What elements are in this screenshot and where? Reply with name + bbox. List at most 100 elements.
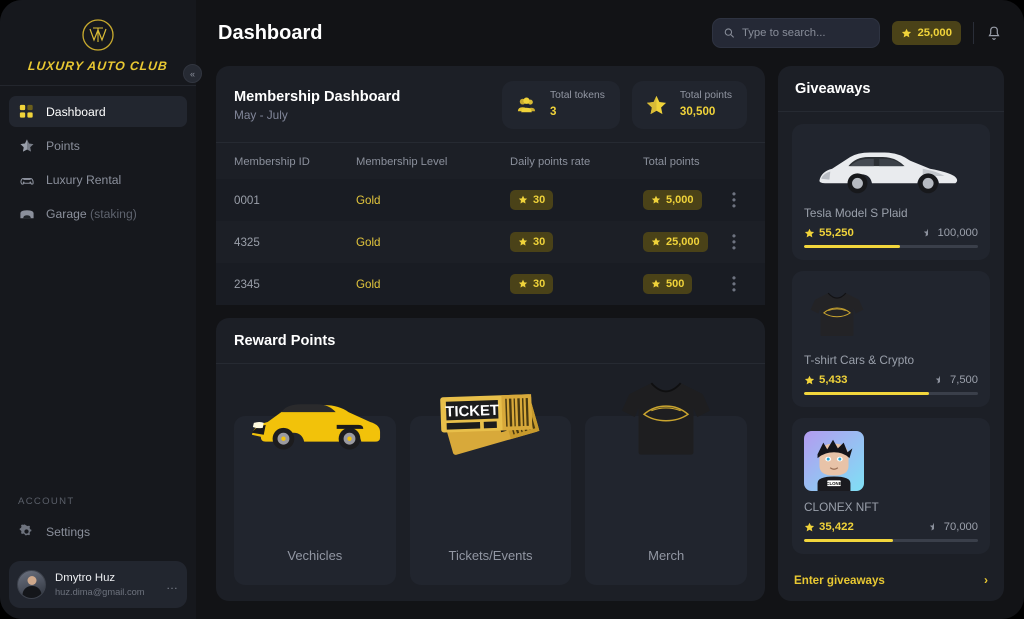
cell-membership-level: Gold (356, 277, 381, 291)
progress-fill (804, 539, 893, 542)
total-points-chip: 5,000 (643, 190, 702, 210)
monogram-logo-icon (82, 19, 114, 51)
daily-rate-chip: 30 (510, 274, 554, 294)
table-row[interactable]: 2345 Gold 30 500 • • • (216, 263, 765, 305)
membership-subtitle: May - July (234, 107, 288, 122)
grid-icon (18, 103, 35, 120)
reward-card-vehicles[interactable]: Vechicles (234, 404, 396, 585)
progress-fill (804, 245, 900, 248)
sidebar-item-label: Dashboard (46, 104, 106, 119)
gear-icon (18, 523, 35, 540)
app-window: LUXURY AUTO CLUB « Dashboard Points Luxu… (0, 0, 1024, 619)
account-heading: ACCOUNT (18, 496, 75, 507)
star-icon (651, 279, 661, 288)
search-input[interactable] (741, 27, 869, 39)
cell-membership-id: 0001 (234, 193, 260, 207)
sidebar-item-garage[interactable]: Garage (staking) (9, 198, 187, 229)
table-header: Membership ID Membership Level Daily poi… (216, 143, 765, 179)
reward-card-merch[interactable]: Merch (585, 382, 748, 585)
clonex-nft-image-icon: CLONE (804, 429, 978, 493)
tshirt-image-icon (597, 368, 735, 468)
giveaway-target: 70,000 (929, 521, 978, 533)
giveaway-meta: 35,422 70,000 (804, 521, 978, 533)
bell-icon[interactable] (986, 25, 1002, 42)
stat-label: Total points (679, 90, 732, 102)
main-area: Dashboard 25,000 (196, 0, 1024, 619)
star-icon (518, 237, 528, 246)
column-header: Membership Level (356, 156, 448, 168)
sidebar-collapse-button[interactable]: « (183, 64, 202, 83)
stat-total-tokens: Total tokens 3 (501, 81, 620, 129)
giveaways-panel: Giveaways Tesla Model S Plaid 55,250 100… (778, 66, 1004, 601)
sidebar-item-luxury-rental[interactable]: Luxury Rental (9, 164, 187, 195)
giveaway-meta: 55,250 100,000 (804, 227, 978, 239)
column-header: Daily points rate (510, 156, 591, 168)
star-icon (518, 195, 528, 204)
giveaway-card-tesla[interactable]: Tesla Model S Plaid 55,250 100,000 (792, 124, 990, 260)
tesla-image-icon (804, 135, 978, 199)
svg-text:CLONE: CLONE (826, 481, 841, 486)
giveaways-title: Giveaways (795, 81, 871, 97)
page-title: Dashboard (218, 21, 323, 44)
giveaway-card-tshirt[interactable]: T-shirt Cars & Crypto 5,433 7,500 (792, 271, 990, 407)
points-badge[interactable]: 25,000 (892, 21, 961, 45)
user-email: huz.dima@gmail.com (55, 586, 145, 597)
cell-membership-id: 4325 (234, 235, 260, 249)
stats-group: Total tokens 3 Total points 30,500 (501, 81, 747, 129)
left-column: Membership Dashboard May - July Total to… (216, 66, 765, 601)
sidebar-item-label: Settings (46, 524, 91, 539)
star-icon (651, 195, 661, 204)
brand-name: LUXURY AUTO CLUB (27, 59, 169, 73)
daily-rate-chip: 30 (510, 232, 554, 252)
sidebar-item-label: Garage (46, 206, 87, 221)
car-icon (18, 171, 35, 188)
cell-membership-id: 2345 (234, 277, 260, 291)
giveaway-name: Tesla Model S Plaid (804, 206, 908, 220)
sidebar-item-settings[interactable]: Settings (9, 516, 187, 547)
sidebar-item-dashboard[interactable]: Dashboard (9, 96, 187, 127)
progress-bar (804, 539, 978, 542)
content: Membership Dashboard May - July Total to… (196, 66, 1024, 619)
giveaway-current: 5,433 (804, 374, 848, 386)
search-box[interactable] (712, 18, 881, 48)
giveaway-card-clonex[interactable]: CLONE CLONEX NFT 35,422 70,000 (792, 418, 990, 554)
stat-total-points: Total points 30,500 (631, 81, 747, 129)
table-row[interactable]: 0001 Gold 30 5,000 • • • (216, 179, 765, 221)
table-row[interactable]: 4325 Gold 30 25,000 • • • (216, 221, 765, 263)
star-icon (644, 92, 670, 118)
total-points-chip: 25,000 (643, 232, 708, 252)
user-name: Dmytro Huz (55, 571, 116, 584)
giveaway-name: CLONEX NFT (804, 500, 879, 514)
total-points-chip: 500 (643, 274, 693, 294)
star-icon (902, 28, 912, 37)
star-icon (804, 228, 815, 237)
half-star-icon (923, 228, 928, 237)
stat-value: 30,500 (679, 105, 716, 119)
garage-icon (18, 205, 35, 222)
more-vertical-icon[interactable]: • • • (721, 272, 747, 296)
column-header: Total points (643, 156, 700, 168)
stat-value: 3 (549, 105, 557, 119)
more-vertical-icon[interactable]: • • • (721, 230, 747, 254)
reward-card-tickets[interactable]: TICKET Tickets/Events (409, 394, 572, 585)
star-icon (651, 237, 661, 246)
reward-points-title: Reward Points (234, 333, 336, 349)
star-icon (804, 375, 815, 384)
sidebar-divider (0, 85, 196, 86)
progress-fill (804, 392, 930, 395)
half-star-icon (929, 522, 934, 531)
stat-label: Total tokens (549, 90, 605, 102)
ellipsis-icon[interactable]: … (166, 578, 179, 592)
giveaways-list: Tesla Model S Plaid 55,250 100,000 T-shi… (778, 112, 1004, 561)
enter-giveaways-link[interactable]: Enter giveaways › (778, 561, 1004, 601)
more-vertical-icon[interactable]: • • • (721, 188, 747, 212)
tickets-image-icon: TICKET (422, 368, 560, 468)
user-profile-card[interactable]: Dmytro Huz huz.dima@gmail.com … (9, 561, 187, 608)
topbar-actions: 25,000 (712, 18, 1002, 48)
membership-header: Membership Dashboard May - July Total to… (216, 66, 765, 142)
chevron-double-left-icon: « (189, 68, 195, 79)
half-star-icon (18, 137, 35, 154)
membership-panel: Membership Dashboard May - July Total to… (216, 66, 765, 305)
progress-bar (804, 392, 978, 395)
sidebar-item-points[interactable]: Points (9, 130, 187, 161)
